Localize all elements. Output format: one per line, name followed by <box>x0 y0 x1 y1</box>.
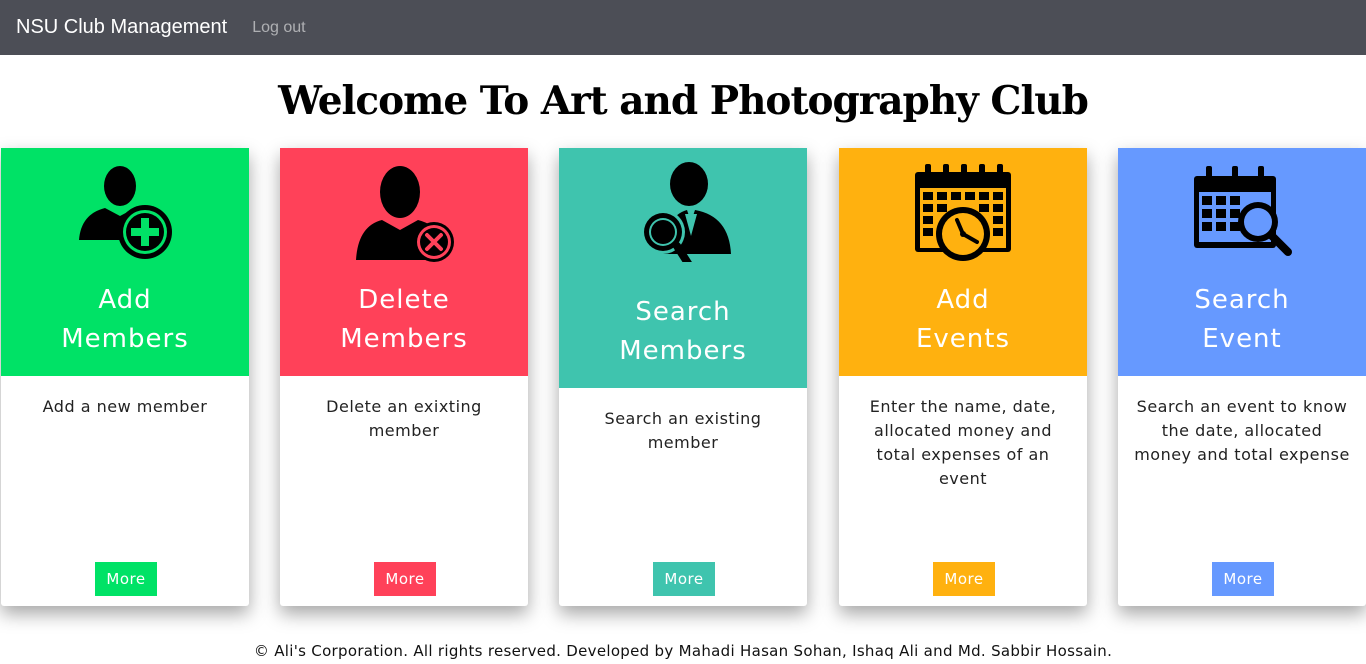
card-header: Add Events <box>839 148 1087 376</box>
card-search-event: Search Event Search an event to know the… <box>1118 148 1366 606</box>
logout-link[interactable]: Log out <box>252 19 305 37</box>
card-title-line1: Add <box>98 285 152 315</box>
card-add-events: Add Events Enter the name, date, allocat… <box>839 148 1087 606</box>
more-button[interactable]: More <box>374 562 436 596</box>
brand-title[interactable]: NSU Club Management <box>16 16 227 39</box>
more-button[interactable]: More <box>653 562 715 596</box>
card-add-members: Add Members Add a new member More <box>1 148 249 606</box>
card-search-members: Search Members Search an existing member… <box>559 148 807 606</box>
card-title-line2: Members <box>619 336 747 366</box>
calendar-clock-icon <box>913 162 1013 262</box>
search-user-icon <box>633 162 733 262</box>
card-delete-members: Delete Members Delete an exixting member… <box>280 148 528 606</box>
card-grid: Add Members Add a new member More Delete… <box>0 148 1366 606</box>
more-button[interactable]: More <box>95 562 157 596</box>
card-title-line2: Members <box>61 324 189 354</box>
navbar: NSU Club Management Log out <box>0 0 1366 55</box>
footer-copyright: © Ali's Corporation. All rights reserved… <box>253 642 1113 660</box>
card-description: Search an event to know the date, alloca… <box>1134 397 1350 464</box>
card-title-line2: Members <box>340 324 468 354</box>
card-header: Add Members <box>1 148 249 376</box>
card-title-line1: Delete <box>358 285 450 315</box>
card-description: Enter the name, date, allocated money an… <box>869 397 1057 488</box>
card-description: Add a new member <box>42 397 208 416</box>
card-title-line2: Events <box>915 324 1011 354</box>
card-title-line2: Event <box>1202 324 1282 354</box>
delete-user-icon <box>354 162 454 262</box>
card-header: Search Event <box>1118 148 1366 376</box>
card-header: Search Members <box>559 148 807 388</box>
card-description: Delete an exixting member <box>326 397 482 440</box>
card-title-line1: Search <box>635 297 731 327</box>
calendar-search-icon <box>1192 162 1292 262</box>
card-title-line1: Search <box>1194 285 1290 315</box>
card-header: Delete Members <box>280 148 528 376</box>
card-title-line1: Add <box>936 285 990 315</box>
card-description: Search an existing member <box>604 409 762 452</box>
more-button[interactable]: More <box>933 562 995 596</box>
add-user-icon <box>75 162 175 262</box>
more-button[interactable]: More <box>1212 562 1274 596</box>
page-title: Welcome To Art and Photography Club <box>278 78 1089 124</box>
